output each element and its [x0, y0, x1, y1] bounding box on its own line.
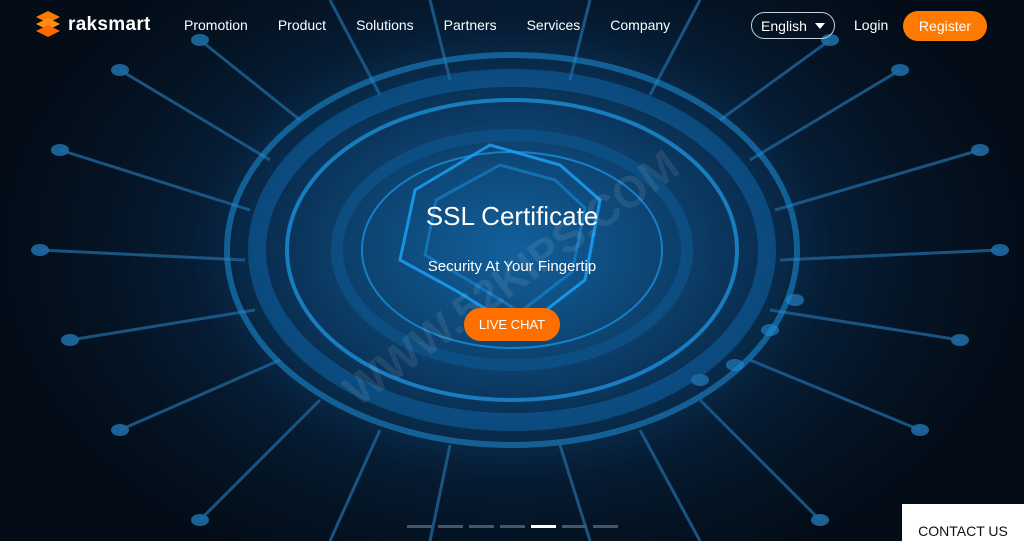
- nav-item-partners[interactable]: Partners: [444, 17, 497, 33]
- nav-item-services[interactable]: Services: [527, 17, 581, 33]
- brand-logo[interactable]: raksmart: [34, 10, 151, 40]
- language-selector[interactable]: English: [751, 12, 835, 39]
- language-label: English: [761, 17, 807, 34]
- nav-item-product[interactable]: Product: [278, 17, 326, 33]
- slider-dot-5[interactable]: [531, 525, 556, 528]
- slider-dot-4[interactable]: [500, 525, 525, 528]
- raksmart-logo-icon: [36, 11, 60, 37]
- slider-dot-3[interactable]: [469, 525, 494, 528]
- nav-item-solutions[interactable]: Solutions: [356, 17, 414, 33]
- hero-subtitle: Security At Your Fingertip: [427, 258, 597, 275]
- contact-us-button[interactable]: CONTACT US: [902, 504, 1024, 541]
- hero-title: SSL Certificate: [425, 201, 599, 231]
- slider-dot-2[interactable]: [438, 525, 463, 528]
- brand-name: raksmart: [68, 14, 151, 35]
- login-link[interactable]: Login: [854, 17, 888, 33]
- site-header: raksmart Promotion Product Solutions Par…: [0, 0, 1024, 52]
- nav-item-company[interactable]: Company: [610, 17, 670, 33]
- slider-dot-7[interactable]: [593, 525, 618, 528]
- slider-dot-1[interactable]: [407, 525, 432, 528]
- slider-dot-6[interactable]: [562, 525, 587, 528]
- register-button[interactable]: Register: [903, 11, 987, 41]
- main-nav: Promotion Product Solutions Partners Ser…: [184, 17, 700, 33]
- live-chat-button[interactable]: LIVE CHAT: [464, 308, 560, 341]
- nav-item-promotion[interactable]: Promotion: [184, 17, 248, 33]
- slider-pagination: [407, 525, 618, 528]
- chevron-down-icon: [814, 22, 825, 29]
